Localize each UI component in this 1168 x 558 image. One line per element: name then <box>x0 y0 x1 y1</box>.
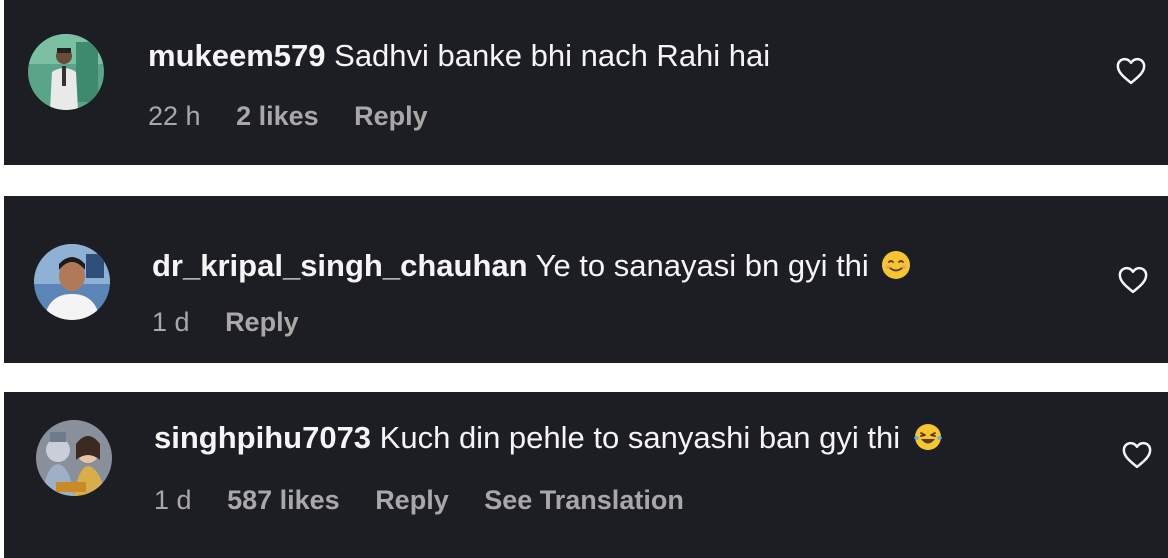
comment-text: Ye to sanayasi bn gyi thi <box>535 248 869 283</box>
likes-count-link[interactable]: 2 likes <box>236 101 319 131</box>
comment-text: Kuch din pehle to sanyashi ban gyi thi <box>379 420 901 455</box>
heart-outline-icon[interactable] <box>1122 441 1152 469</box>
avatar-deity-illustration <box>36 420 112 496</box>
user-avatar[interactable] <box>28 34 104 110</box>
user-avatar[interactable] <box>36 420 112 496</box>
avatar-man-in-white-suit <box>28 34 104 110</box>
see-translation-button[interactable]: See Translation <box>484 485 684 515</box>
reply-button[interactable]: Reply <box>225 307 299 337</box>
username-link[interactable]: singhpihu7073 <box>154 420 371 455</box>
comment-item: dr_kripal_singh_chauhan Ye to sanayasi b… <box>4 196 1168 363</box>
comment-text: Sadhvi banke bhi nach Rahi hai <box>334 38 771 73</box>
comment-item: singhpihu7073 Kuch din pehle to sanyashi… <box>4 392 1168 558</box>
timestamp: 1 d <box>152 307 190 337</box>
reply-button[interactable]: Reply <box>354 101 428 131</box>
comment-meta: 1 d Reply <box>152 306 327 338</box>
reply-button[interactable]: Reply <box>375 485 449 515</box>
comment-meta: 1 d 587 likes Reply See Translation <box>154 484 712 516</box>
heart-outline-icon[interactable] <box>1118 266 1148 294</box>
comment-line: mukeem579 Sadhvi banke bhi nach Rahi hai <box>148 38 770 74</box>
heart-outline-icon[interactable] <box>1116 57 1146 85</box>
comment-line: dr_kripal_singh_chauhan Ye to sanayasi b… <box>152 248 911 284</box>
timestamp: 22 h <box>148 101 201 131</box>
laughing-tears-emoji <box>913 422 943 452</box>
username-link[interactable]: mukeem579 <box>148 38 326 73</box>
username-link[interactable]: dr_kripal_singh_chauhan <box>152 248 528 283</box>
comment-line: singhpihu7073 Kuch din pehle to sanyashi… <box>154 420 943 456</box>
avatar-man-portrait <box>34 244 110 320</box>
timestamp: 1 d <box>154 485 192 515</box>
comment-item: mukeem579 Sadhvi banke bhi nach Rahi hai… <box>4 0 1168 165</box>
user-avatar[interactable] <box>34 244 110 320</box>
comment-meta: 22 h 2 likes Reply <box>148 100 456 132</box>
likes-count-link[interactable]: 587 likes <box>227 485 340 515</box>
smiling-face-emoji <box>881 250 911 280</box>
